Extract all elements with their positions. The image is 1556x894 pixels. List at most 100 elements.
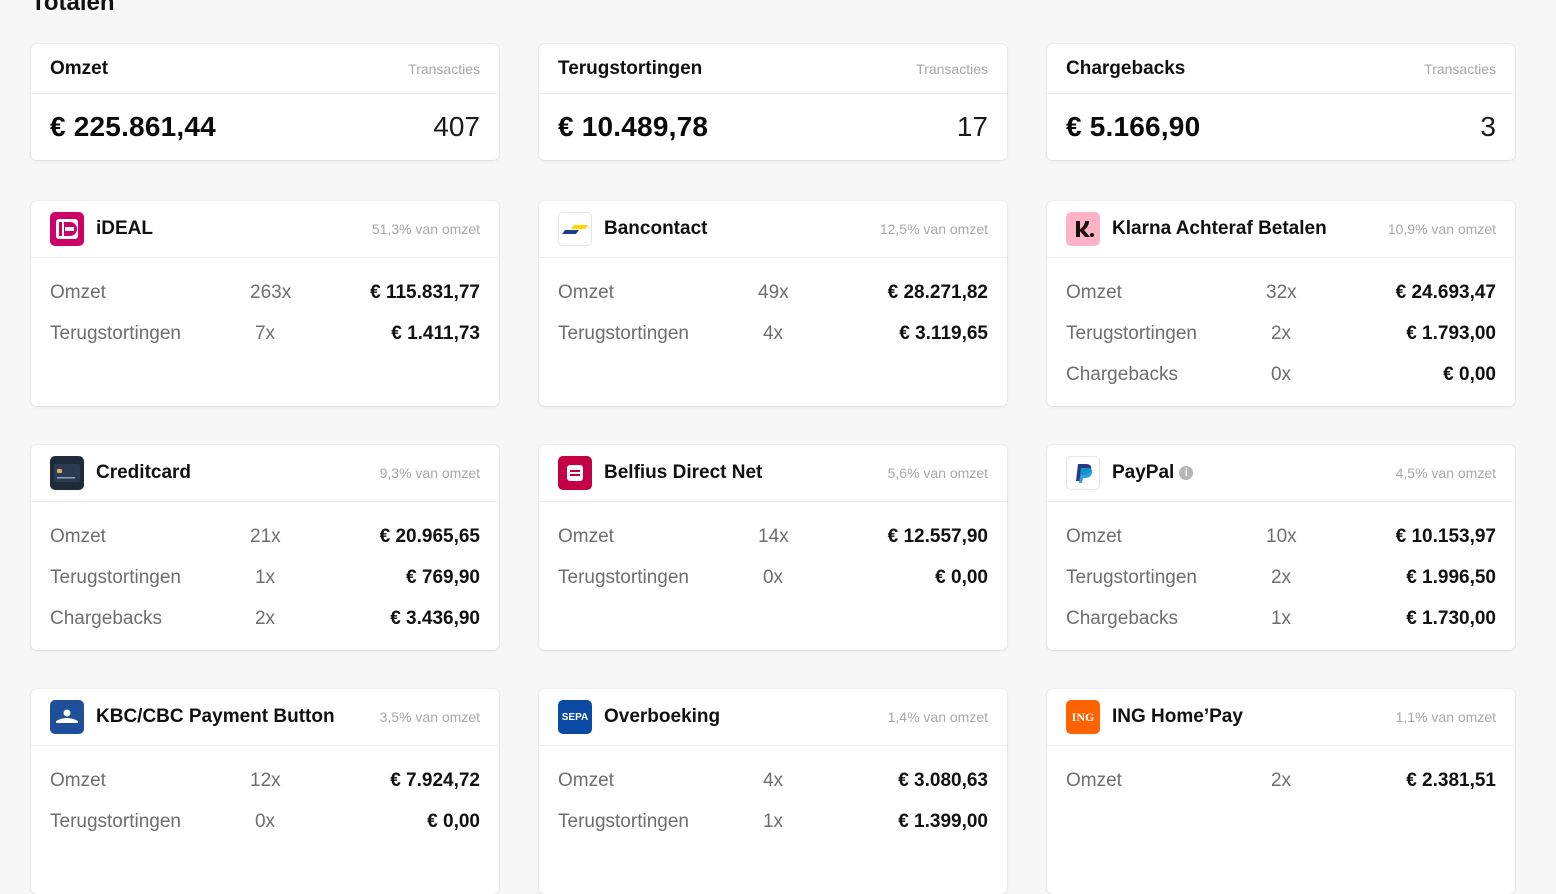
method-row: Omzet 21x € 20.965,65 — [31, 516, 499, 557]
ideal-icon — [50, 212, 84, 246]
bancontact-icon — [558, 212, 592, 246]
method-name: Klarna Achteraf Betalen — [1112, 218, 1327, 239]
row-label: Terugstortingen — [50, 566, 181, 588]
row-label: Omzet — [50, 525, 106, 547]
method-rows: Omzet 49x € 28.271,82 Terugstortingen 4x… — [539, 258, 1007, 354]
method-card-ideal: iDEAL 51,3% van omzet Omzet 263x € 115.8… — [31, 201, 499, 406]
row-amount: € 0,00 — [1443, 363, 1496, 385]
row-label: Terugstortingen — [558, 322, 689, 344]
method-row: Omzet 49x € 28.271,82 — [539, 272, 1007, 313]
row-count: 32x — [1266, 281, 1297, 303]
total-card-body: € 225.861,44 407 — [31, 94, 499, 160]
method-card-header: Belfius Direct Net 5,6% van omzet — [539, 445, 1007, 502]
row-count: 1x — [762, 810, 784, 832]
method-card-bancontact: Bancontact 12,5% van omzet Omzet 49x € 2… — [539, 201, 1007, 406]
row-count: 10x — [1266, 525, 1297, 547]
method-row: Chargebacks 1x € 1.730,00 — [1047, 598, 1515, 639]
row-count: 21x — [250, 525, 281, 547]
total-card-header: Chargebacks Transacties — [1047, 44, 1515, 94]
row-count: 0x — [762, 566, 784, 588]
method-row: Terugstortingen 1x € 1.399,00 — [539, 801, 1007, 842]
payment-methods-grid: iDEAL 51,3% van omzet Omzet 263x € 115.8… — [31, 201, 1515, 894]
ing-icon: ING — [1066, 700, 1100, 734]
method-rows: Omzet 10x € 10.153,97 Terugstortingen 2x… — [1047, 502, 1515, 639]
method-row: Terugstortingen 7x € 1.411,73 — [31, 313, 499, 354]
kbc-icon — [50, 700, 84, 734]
row-count: 263x — [250, 281, 292, 303]
method-row: Omzet 4x € 3.080,63 — [539, 760, 1007, 801]
row-label: Omzet — [558, 281, 614, 303]
method-card-header: Creditcard 9,3% van omzet — [31, 445, 499, 502]
method-row: Chargebacks 0x € 0,00 — [1047, 354, 1515, 395]
total-amount: € 10.489,78 — [558, 111, 709, 142]
method-rows: Omzet 21x € 20.965,65 Terugstortingen 1x… — [31, 502, 499, 639]
method-rows: Omzet 4x € 3.080,63 Terugstortingen 1x €… — [539, 746, 1007, 842]
total-card-subtitle: Transacties — [916, 60, 988, 77]
row-label: Chargebacks — [50, 607, 162, 629]
method-card-creditcard: Creditcard 9,3% van omzet Omzet 21x € 20… — [31, 445, 499, 650]
row-amount: € 2.381,51 — [1406, 769, 1496, 791]
row-amount: € 0,00 — [427, 810, 480, 832]
row-count: 0x — [254, 810, 276, 832]
row-amount: € 1.399,00 — [898, 810, 988, 832]
row-amount: € 28.271,82 — [887, 281, 988, 303]
method-name: iDEAL — [96, 218, 153, 239]
row-count: 2x — [1270, 322, 1292, 344]
method-rows: Omzet 12x € 7.924,72 Terugstortingen 0x … — [31, 746, 499, 842]
total-card-title: Chargebacks — [1066, 57, 1186, 79]
row-label: Chargebacks — [1066, 363, 1178, 385]
row-amount: € 20.965,65 — [379, 525, 480, 547]
method-share: 1,4% van omzet — [887, 709, 988, 725]
method-row: Terugstortingen 2x € 1.996,50 — [1047, 557, 1515, 598]
row-label: Omzet — [558, 525, 614, 547]
method-share: 51,3% van omzet — [371, 221, 480, 237]
row-label: Omzet — [1066, 525, 1122, 547]
row-label: Terugstortingen — [1066, 566, 1197, 588]
total-card-subtitle: Transacties — [1424, 60, 1496, 77]
method-name: PayPal — [1112, 462, 1175, 483]
total-card-chargebacks: Chargebacks Transacties € 5.166,90 3 — [1047, 44, 1515, 160]
row-label: Terugstortingen — [1066, 322, 1197, 344]
method-name: Creditcard — [96, 462, 192, 483]
method-row: Omzet 32x € 24.693,47 — [1047, 272, 1515, 313]
row-label: Omzet — [1066, 281, 1122, 303]
row-count: 1x — [1270, 607, 1292, 629]
method-row: Chargebacks 2x € 3.436,90 — [31, 598, 499, 639]
method-row: Terugstortingen 2x € 1.793,00 — [1047, 313, 1515, 354]
row-count: 12x — [250, 769, 281, 791]
ing-logo-text: ING — [1071, 709, 1095, 724]
sepa-icon: SEPA — [558, 700, 592, 734]
total-card-subtitle: Transacties — [408, 60, 480, 77]
method-share: 3,5% van omzet — [379, 709, 480, 725]
total-card-header: Omzet Transacties — [31, 44, 499, 94]
method-rows: Omzet 32x € 24.693,47 Terugstortingen 2x… — [1047, 258, 1515, 395]
method-card-ing: ING ING Home’Pay 1,1% van omzet Omzet 2x… — [1047, 689, 1515, 894]
row-count: 4x — [762, 769, 784, 791]
row-label: Omzet — [50, 769, 106, 791]
creditcard-icon — [50, 456, 84, 490]
row-amount: € 12.557,90 — [887, 525, 988, 547]
method-card-header: PayPal i 4,5% van omzet — [1047, 445, 1515, 502]
info-icon[interactable]: i — [1179, 466, 1194, 480]
method-card-kbc: KBC/CBC Payment Button 3,5% van omzet Om… — [31, 689, 499, 894]
klarna-icon — [1066, 212, 1100, 246]
row-amount: € 1.793,00 — [1406, 322, 1496, 344]
row-amount: € 3.119,65 — [899, 322, 988, 344]
total-count: 407 — [433, 111, 480, 142]
row-label: Chargebacks — [1066, 607, 1178, 629]
row-label: Terugstortingen — [50, 810, 181, 832]
row-count: 49x — [758, 281, 789, 303]
method-rows: Omzet 14x € 12.557,90 Terugstortingen 0x… — [539, 502, 1007, 598]
method-rows: Omzet 263x € 115.831,77 Terugstortingen … — [31, 258, 499, 354]
row-label: Terugstortingen — [558, 566, 689, 588]
method-card-header: Bancontact 12,5% van omzet — [539, 201, 1007, 258]
row-label: Terugstortingen — [558, 810, 689, 832]
method-row: Omzet 263x € 115.831,77 — [31, 272, 499, 313]
row-count: 0x — [1270, 363, 1292, 385]
total-card-body: € 10.489,78 17 — [539, 94, 1007, 160]
method-name: Belfius Direct Net — [604, 462, 763, 483]
method-card-header: iDEAL 51,3% van omzet — [31, 201, 499, 258]
row-amount: € 1.996,50 — [1406, 566, 1496, 588]
method-share: 9,3% van omzet — [379, 465, 480, 481]
method-card-header: ING ING Home’Pay 1,1% van omzet — [1047, 689, 1515, 746]
